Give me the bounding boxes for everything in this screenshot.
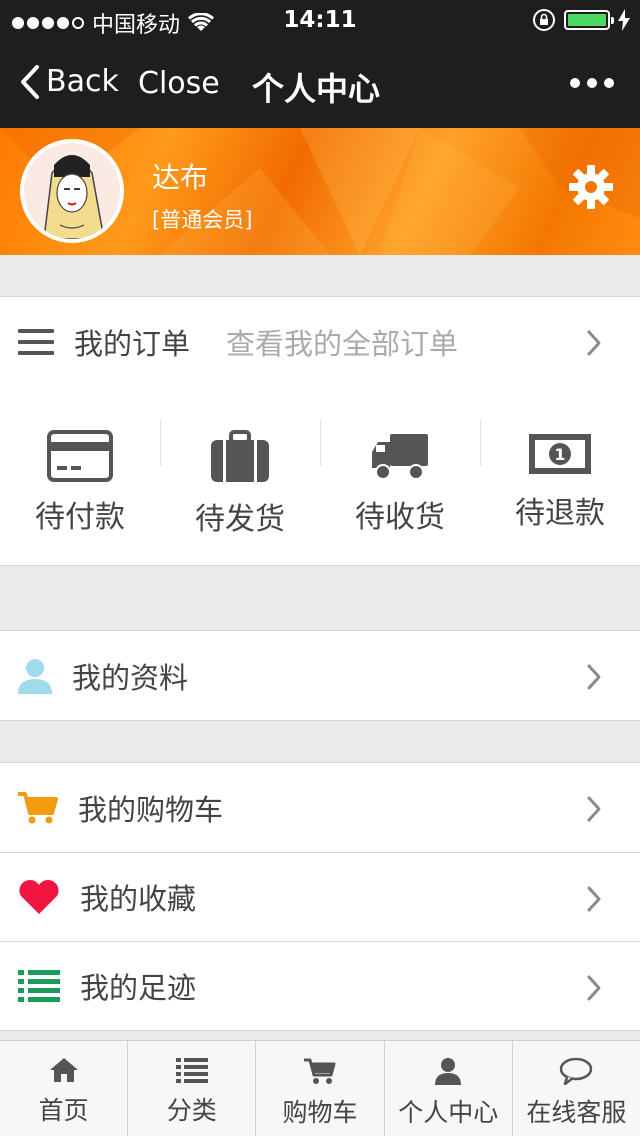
briefcase-icon [211, 430, 269, 482]
tab-categories[interactable]: 分类 [127, 1041, 255, 1136]
menu-item-cart[interactable]: 我的购物车 [0, 763, 640, 852]
menu-item-history[interactable]: 我的足迹 [0, 941, 640, 1030]
order-state-label: 待退款 [515, 496, 605, 531]
avatar[interactable] [20, 139, 124, 243]
bottom-tab-bar: 首页 分类 购物车 个人中心 在线客服 [0, 1040, 640, 1136]
shopping-menu-card: 我的购物车 我的收藏 我的足迹 [0, 762, 640, 1031]
chevron-right-icon [587, 796, 601, 822]
back-label: Back [46, 64, 119, 99]
banknote-icon: 1 [529, 434, 591, 474]
tab-label: 个人中心 [398, 1098, 499, 1127]
menu-lines-icon [18, 328, 54, 355]
gear-icon[interactable] [568, 164, 614, 210]
cart-icon [304, 1058, 336, 1084]
chevron-right-icon [587, 975, 601, 1001]
order-state-pending-receipt[interactable]: 待收货 [320, 386, 480, 565]
tab-home[interactable]: 首页 [0, 1041, 127, 1136]
profile-menu-card: 我的资料 [0, 630, 640, 721]
view-all-orders-link[interactable]: 查看我的全部订单 [226, 321, 458, 363]
tab-label: 首页 [38, 1096, 89, 1125]
menu-item-label: 我的收藏 [80, 882, 197, 916]
tab-cart[interactable]: 购物车 [255, 1041, 383, 1136]
avatar-illustration [24, 143, 120, 239]
more-dots-icon [570, 78, 580, 88]
member-level: [普通会员] [152, 208, 253, 232]
tab-label: 在线客服 [526, 1098, 627, 1127]
close-button[interactable]: Close [138, 66, 220, 101]
menu-item-label: 我的资料 [72, 660, 189, 695]
list-icon [18, 970, 60, 1002]
status-bar: 中国移动 14:11 [0, 0, 640, 40]
user-icon [18, 658, 52, 694]
menu-item-label: 我的足迹 [80, 971, 197, 1005]
chat-bubble-icon [560, 1057, 593, 1085]
heart-icon [19, 879, 59, 914]
order-state-label: 待收货 [355, 500, 445, 535]
menu-item-label: 我的购物车 [78, 792, 224, 827]
battery-icon [564, 10, 614, 30]
user-icon [435, 1058, 462, 1085]
chevron-right-icon [587, 886, 601, 912]
more-menu-button[interactable] [570, 78, 614, 88]
tab-personal-center[interactable]: 个人中心 [383, 1041, 512, 1136]
all-orders-row[interactable]: 我的订单 查看我的全部订单 [0, 297, 640, 386]
username: 达布 [152, 161, 209, 194]
orders-title: 我的订单 [74, 326, 191, 361]
order-state-pending-payment[interactable]: 待付款 [0, 386, 160, 565]
truck-icon [372, 434, 428, 480]
back-button[interactable]: Back [20, 64, 119, 99]
chevron-right-icon [587, 330, 601, 356]
chevron-right-icon [587, 664, 601, 690]
nav-bar: Back Close 个人中心 [0, 40, 640, 128]
top-bar: 中国移动 14:11 Back Close 个人中心 [0, 0, 640, 128]
list-icon [175, 1058, 208, 1083]
menu-item-profile[interactable]: 我的资料 [0, 631, 640, 720]
order-state-pending-refund[interactable]: 1 待退款 [480, 386, 640, 565]
profile-header: 达布 [普通会员] [0, 128, 640, 255]
menu-item-favorites[interactable]: 我的收藏 [0, 852, 640, 941]
home-icon [49, 1058, 78, 1082]
svg-text:1: 1 [554, 445, 565, 464]
order-state-pending-shipment[interactable]: 待发货 [160, 386, 320, 565]
cart-icon [18, 791, 58, 823]
chevron-left-icon [21, 64, 39, 99]
tab-online-service[interactable]: 在线客服 [511, 1041, 640, 1136]
order-state-label: 待付款 [35, 500, 125, 535]
credit-card-icon [47, 430, 113, 482]
tab-label: 分类 [166, 1096, 217, 1125]
order-status-grid: 待付款 待发货 待收货 1 待退款 [0, 386, 640, 566]
tab-label: 购物车 [282, 1098, 358, 1127]
orders-card: 我的订单 查看我的全部订单 [0, 296, 640, 387]
order-state-label: 待发货 [195, 502, 285, 537]
rotation-lock-icon [533, 9, 555, 31]
charging-bolt-icon [618, 9, 630, 31]
page-title: 个人中心 [252, 70, 381, 108]
